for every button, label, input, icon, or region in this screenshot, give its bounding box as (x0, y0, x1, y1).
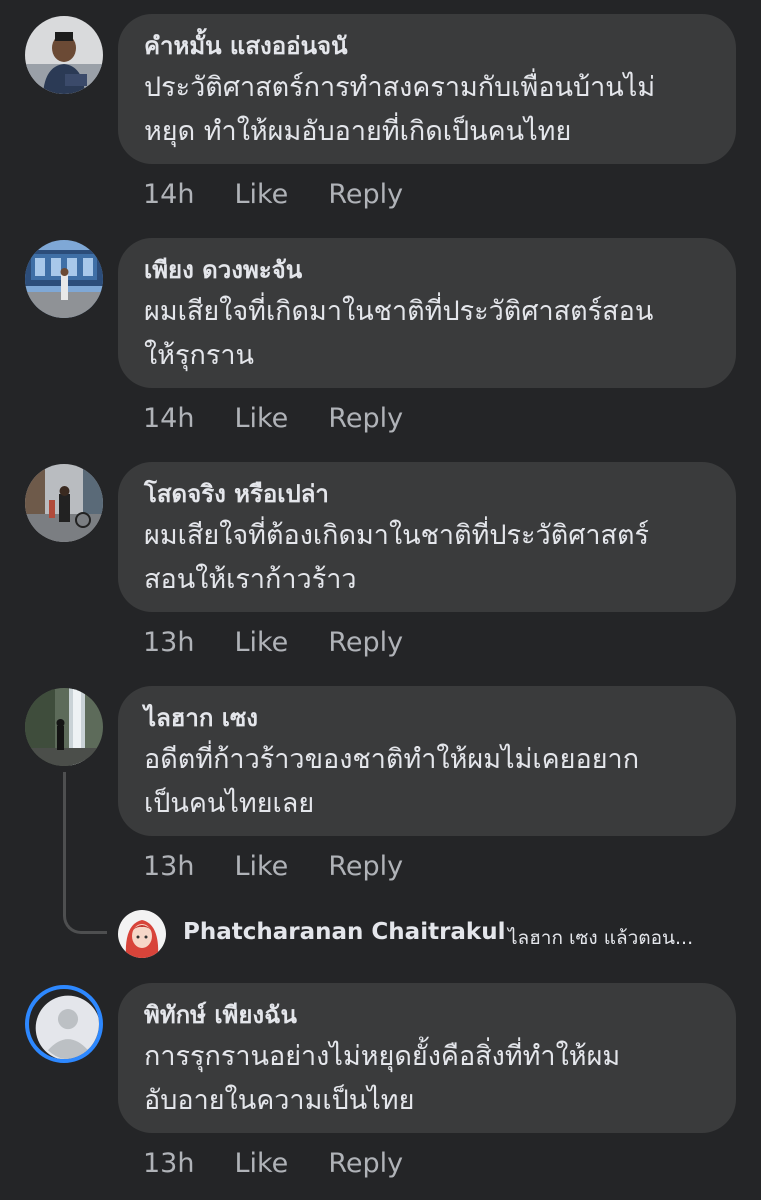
like-button[interactable]: Like (234, 1148, 288, 1179)
comment-bubble: ไลฮาก เซง อดีตที่ก้าวร้าวของชาติทำให้ผมไ… (118, 686, 736, 836)
comment-text: การรุกรานอย่างไม่หยุดยั้งคือสิ่งที่ทำให้… (144, 1041, 621, 1116)
avatar-illustration-icon (118, 910, 166, 958)
comment-time[interactable]: 13h (143, 1148, 194, 1179)
avatar[interactable] (25, 985, 103, 1063)
reply-author[interactable]: Phatcharanan Chaitrakul (183, 919, 505, 945)
reply-button[interactable]: Reply (328, 179, 403, 210)
comment-bubble: เพียง ดวงพะจัน ผมเสียใจที่เกิดมาในชาติที… (118, 238, 736, 388)
comment-text: ผมเสียใจที่ต้องเกิดมาในชาติที่ประวัติศาส… (144, 520, 650, 595)
reply-button[interactable]: Reply (328, 627, 403, 658)
like-button[interactable]: Like (234, 403, 288, 434)
like-button[interactable]: Like (234, 627, 288, 658)
comment-author[interactable]: เพียง ดวงพะจัน (144, 254, 710, 286)
default-profile-icon (35, 995, 99, 1059)
comment-actions: 13h Like Reply (143, 1148, 403, 1179)
comment-text: อดีตที่ก้าวร้าวของชาติทำให้ผมไม่เคยอยาก … (144, 744, 640, 819)
comment-actions: 14h Like Reply (143, 179, 403, 210)
reply-snippet: ไลฮาก เซง แล้วตอน... (508, 927, 694, 949)
comment-author[interactable]: โสดจริง หรือเปล่า (144, 478, 710, 510)
comment-author[interactable]: คำหมั้น แสงออ่นจนั (144, 30, 710, 62)
avatar[interactable] (25, 240, 103, 318)
reply-thread-line (63, 772, 107, 934)
avatar-photo-icon (25, 16, 103, 94)
comment-time[interactable]: 13h (143, 851, 194, 882)
avatar-photo-icon (25, 688, 103, 766)
reply-button[interactable]: Reply (328, 1148, 403, 1179)
reply-button[interactable]: Reply (328, 403, 403, 434)
avatar[interactable] (118, 910, 166, 958)
comment-text: ผมเสียใจที่เกิดมาในชาติที่ประวัติศาสตร์ส… (144, 296, 654, 371)
comment-actions: 13h Like Reply (143, 851, 403, 882)
avatar[interactable] (25, 688, 103, 766)
comment-text: ประวัติศาสตร์การทำสงครามกับเพื่อนบ้านไม่… (144, 72, 656, 147)
comment-actions: 14h Like Reply (143, 403, 403, 434)
avatar[interactable] (25, 464, 103, 542)
avatar-photo-icon (25, 464, 103, 542)
comment-time[interactable]: 13h (143, 627, 194, 658)
comment-bubble: คำหมั้น แสงออ่นจนั ประวัติศาสตร์การทำสงค… (118, 14, 736, 164)
like-button[interactable]: Like (234, 851, 288, 882)
like-button[interactable]: Like (234, 179, 288, 210)
comment-time[interactable]: 14h (143, 179, 194, 210)
comment-author[interactable]: พิทักษ์ เพียงฉัน (144, 999, 710, 1031)
comment-author[interactable]: ไลฮาก เซง (144, 702, 710, 734)
comment-bubble: พิทักษ์ เพียงฉัน การรุกรานอย่างไม่หยุดยั… (118, 983, 736, 1133)
comment-bubble: โสดจริง หรือเปล่า ผมเสียใจที่ต้องเกิดมาใ… (118, 462, 736, 612)
avatar-photo-icon (25, 240, 103, 318)
comment-time[interactable]: 14h (143, 403, 194, 434)
reply-button[interactable]: Reply (328, 851, 403, 882)
comment-actions: 13h Like Reply (143, 627, 403, 658)
reply-preview[interactable]: Phatcharanan Chaitrakul ไลฮาก เซง แล้วตอ… (118, 910, 758, 958)
avatar[interactable] (25, 16, 103, 94)
